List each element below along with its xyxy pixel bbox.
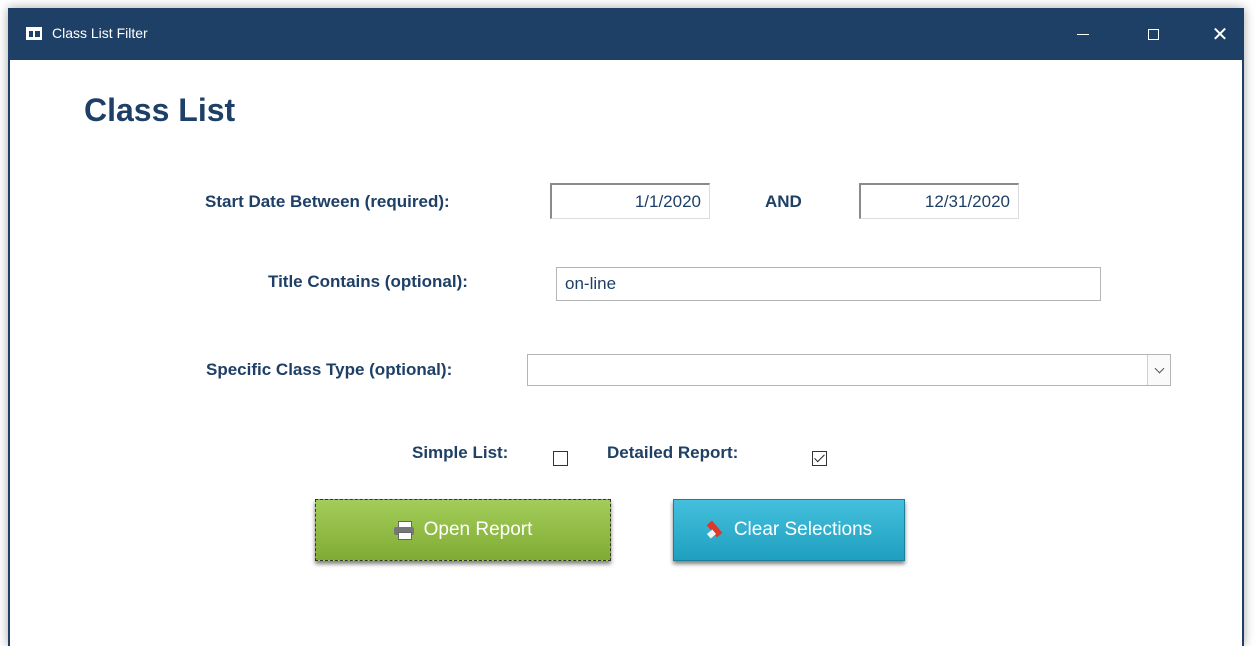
start-date-from-input[interactable] bbox=[550, 183, 710, 219]
minimize-icon bbox=[1077, 33, 1089, 35]
simple-list-checkbox[interactable] bbox=[553, 451, 568, 466]
detailed-report-label: Detailed Report: bbox=[607, 443, 739, 462]
start-date-to-input[interactable] bbox=[859, 183, 1019, 219]
close-icon: ✕ bbox=[1211, 22, 1229, 46]
title-contains-input[interactable] bbox=[556, 267, 1101, 301]
detailed-report-checkbox[interactable] bbox=[812, 451, 827, 466]
window-title: Class List Filter bbox=[52, 25, 148, 41]
simple-list-label: Simple List: bbox=[412, 443, 509, 462]
and-label: AND bbox=[765, 192, 802, 211]
clear-selections-button[interactable]: Clear Selections bbox=[673, 499, 905, 561]
start-date-label: Start Date Between (required): bbox=[205, 192, 450, 211]
title-bar[interactable]: Class List Filter ✕ bbox=[10, 8, 1242, 60]
eraser-icon bbox=[706, 520, 724, 539]
title-contains-label: Title Contains (optional): bbox=[268, 272, 468, 291]
chevron-down-icon bbox=[1154, 363, 1164, 373]
open-report-label: Open Report bbox=[423, 519, 533, 540]
maximize-icon bbox=[1147, 28, 1159, 40]
class-type-dropdown-button[interactable] bbox=[1147, 355, 1170, 385]
class-type-label: Specific Class Type (optional): bbox=[206, 360, 453, 379]
maximize-button[interactable] bbox=[1130, 8, 1176, 60]
class-list-filter-window: Class List Filter ✕ Class List Start Dat… bbox=[8, 8, 1244, 646]
form-icon bbox=[26, 27, 42, 40]
class-type-select[interactable] bbox=[527, 354, 1171, 386]
close-button[interactable]: ✕ bbox=[1197, 8, 1243, 60]
page-title: Class List bbox=[84, 92, 236, 128]
minimize-button[interactable] bbox=[1060, 8, 1106, 60]
checkmark-icon bbox=[814, 451, 825, 463]
open-report-button[interactable]: Open Report bbox=[315, 499, 611, 561]
printer-icon bbox=[393, 521, 414, 540]
clear-selections-label: Clear Selections bbox=[733, 519, 873, 540]
